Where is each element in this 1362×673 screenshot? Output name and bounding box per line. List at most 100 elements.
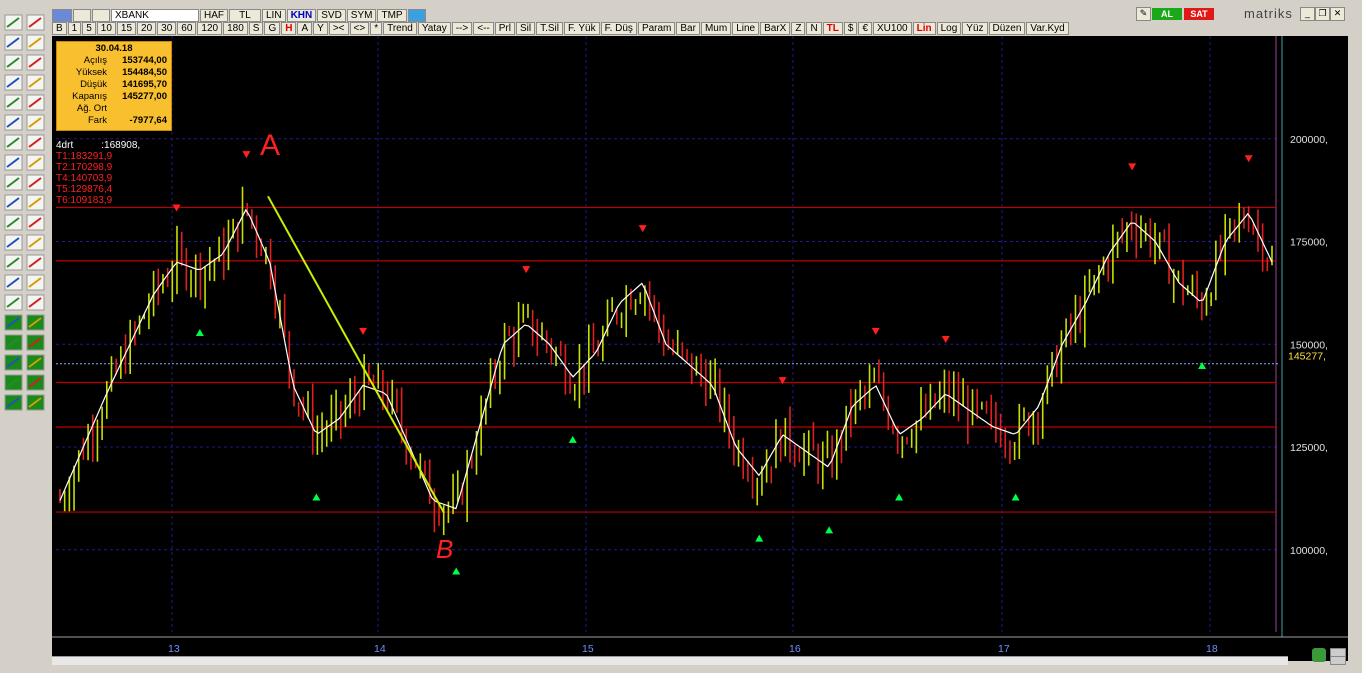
scroll-down-icon[interactable]: [26, 334, 45, 351]
compare-icon[interactable]: [26, 374, 45, 391]
period-button-19[interactable]: Yatay: [417, 22, 451, 35]
symbol-combo[interactable]: XBANK: [111, 9, 199, 22]
label-icon[interactable]: [26, 234, 45, 251]
eye-icon[interactable]: [26, 354, 45, 371]
andrews-icon[interactable]: [4, 214, 23, 231]
period-button-3[interactable]: 10: [96, 22, 116, 35]
link-icon[interactable]: [73, 9, 91, 22]
gann-icon[interactable]: [4, 154, 23, 171]
down-icon[interactable]: [26, 314, 45, 331]
period-button-38[interactable]: Lin: [912, 22, 936, 35]
period-button-1[interactable]: 1: [67, 22, 82, 35]
period-button-24[interactable]: T.Sil: [536, 22, 563, 35]
period-button-18[interactable]: Trend: [383, 22, 417, 35]
period-button-39[interactable]: Log: [936, 22, 962, 35]
period-button-37[interactable]: XU100: [873, 22, 912, 35]
khn-button[interactable]: KHN: [286, 9, 317, 22]
period-button-0[interactable]: B: [52, 22, 67, 35]
period-button-8[interactable]: 120: [197, 22, 223, 35]
period-button-23[interactable]: Sil: [515, 22, 536, 35]
cycle-icon[interactable]: [26, 214, 45, 231]
speed-fan-icon[interactable]: [26, 174, 45, 191]
period-button-7[interactable]: 60: [177, 22, 197, 35]
period-button-21[interactable]: <--: [473, 22, 494, 35]
chart-area[interactable]: 100000, 125000, 150000, 175000, 200000, 13 14 1…: [52, 36, 1348, 661]
fib-time-icon[interactable]: [26, 134, 45, 151]
period-button-30[interactable]: Line: [732, 22, 760, 35]
cursor-icon[interactable]: [4, 14, 23, 31]
period-button-34[interactable]: TL: [822, 22, 843, 35]
period-button-14[interactable]: Y: [313, 22, 328, 35]
period-button-6[interactable]: 30: [157, 22, 177, 35]
sym-button[interactable]: SYM: [346, 9, 377, 22]
svd-button[interactable]: SVD: [317, 9, 346, 22]
tl-button[interactable]: TL: [229, 9, 261, 22]
arrow-right-icon[interactable]: [26, 54, 45, 71]
delete-icon[interactable]: [26, 254, 45, 271]
regression-icon[interactable]: [4, 194, 23, 211]
period-button-33[interactable]: N: [806, 22, 822, 35]
parallel-icon[interactable]: [26, 94, 45, 111]
text-icon[interactable]: [4, 234, 23, 251]
period-button-16[interactable]: <>: [349, 22, 370, 35]
alert-icon[interactable]: [4, 254, 23, 271]
crosshair-icon[interactable]: [26, 14, 45, 31]
period-button-15[interactable]: ><: [328, 22, 349, 35]
fan-icon[interactable]: [26, 114, 45, 131]
period-button-42[interactable]: Var.Kyd: [1026, 22, 1069, 35]
period-button-26[interactable]: F. Düş: [600, 22, 637, 35]
period-button-29[interactable]: Mum: [700, 22, 732, 35]
period-button-9[interactable]: 180: [223, 22, 248, 35]
fib-icon[interactable]: [4, 114, 23, 131]
fib-arc-icon[interactable]: [4, 134, 23, 151]
up-icon[interactable]: [4, 334, 23, 351]
zoom-in-icon[interactable]: [4, 274, 23, 291]
period-button-4[interactable]: 15: [116, 22, 137, 35]
period-button-11[interactable]: G: [264, 22, 281, 35]
expand-icon[interactable]: [26, 294, 45, 311]
price-chart[interactable]: 100000,125000,150000,175000,200000,13 14 1…: [52, 36, 1348, 661]
vline-icon[interactable]: [26, 74, 45, 91]
chart-type-icon[interactable]: [92, 9, 110, 22]
period-button-22[interactable]: Prl: [494, 22, 515, 35]
period-button-32[interactable]: Z: [791, 22, 806, 35]
period-button-36[interactable]: €: [858, 22, 873, 35]
period-button-27[interactable]: Param: [637, 22, 676, 35]
close-button[interactable]: ✕: [1330, 7, 1345, 21]
speed-icon[interactable]: [4, 174, 23, 191]
restore-button[interactable]: ❐: [1315, 7, 1330, 21]
period-button-31[interactable]: BarX: [760, 22, 791, 35]
table-icon[interactable]: [4, 374, 23, 391]
zoom-out-icon[interactable]: [1330, 656, 1346, 665]
period-button-41[interactable]: Düzen: [988, 22, 1026, 35]
period-button-28[interactable]: Bar: [676, 22, 700, 35]
refresh-icon[interactable]: [1312, 648, 1326, 662]
period-button-13[interactable]: A: [297, 22, 313, 35]
period-button-2[interactable]: 5: [82, 22, 96, 35]
period-button-20[interactable]: -->: [451, 22, 473, 35]
settings-icon[interactable]: ✎: [1136, 7, 1151, 21]
period-button-5[interactable]: 20: [137, 22, 157, 35]
trendline-icon[interactable]: [4, 34, 23, 51]
period-button-40[interactable]: Yüz: [962, 22, 988, 35]
pan-icon[interactable]: [4, 294, 23, 311]
haf-button[interactable]: HAF: [200, 9, 228, 22]
lin-button[interactable]: LIN: [262, 9, 286, 22]
line-up-icon[interactable]: [4, 394, 23, 411]
up2-icon[interactable]: [4, 354, 23, 371]
hline-icon[interactable]: [4, 74, 23, 91]
period-button-12[interactable]: H: [281, 22, 297, 35]
minimize-button[interactable]: _: [1300, 7, 1315, 21]
gann-fan-icon[interactable]: [26, 154, 45, 171]
twitter-icon[interactable]: [407, 9, 426, 22]
tmp-button[interactable]: TMP: [377, 9, 407, 22]
al-button[interactable]: AL: [1152, 8, 1182, 20]
period-button-10[interactable]: S: [248, 22, 264, 35]
horizontal-scrollbar[interactable]: [52, 656, 1288, 665]
line-down-icon[interactable]: [26, 394, 45, 411]
left-icon[interactable]: [4, 314, 23, 331]
arrow-left-icon[interactable]: [4, 54, 23, 71]
period-button-25[interactable]: F. Yük: [563, 22, 600, 35]
sat-button[interactable]: SAT: [1184, 8, 1214, 20]
channel-icon[interactable]: [4, 94, 23, 111]
